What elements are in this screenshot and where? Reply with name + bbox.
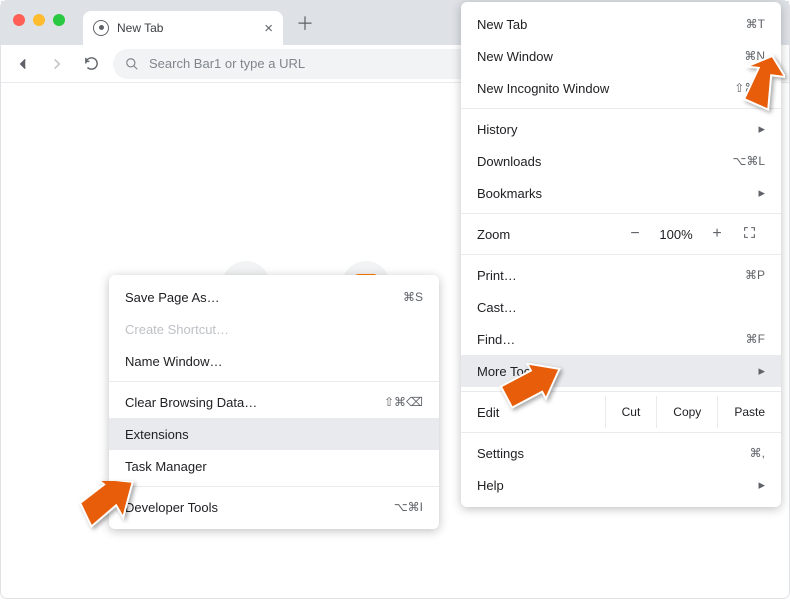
menu-cast[interactable]: Cast… (461, 291, 781, 323)
globe-icon (93, 20, 109, 36)
search-icon (125, 57, 139, 71)
submenu-task-manager[interactable]: Task Manager (109, 450, 439, 482)
zoom-out-button[interactable]: − (619, 225, 651, 243)
submenu-create-shortcut: Create Shortcut… (109, 313, 439, 345)
menu-downloads[interactable]: Downloads⌥⌘L (461, 145, 781, 177)
more-tools-submenu: Save Page As…⌘S Create Shortcut… Name Wi… (109, 275, 439, 529)
menu-find[interactable]: Find…⌘F (461, 323, 781, 355)
minimize-window-button[interactable] (33, 14, 45, 26)
forward-button[interactable] (45, 52, 69, 76)
browser-tab[interactable]: New Tab × (83, 11, 283, 45)
submenu-extensions[interactable]: Extensions (109, 418, 439, 450)
menu-help[interactable]: Help▸ (461, 469, 781, 501)
submenu-save-page[interactable]: Save Page As…⌘S (109, 281, 439, 313)
zoom-in-button[interactable]: + (701, 225, 733, 243)
close-window-button[interactable] (13, 14, 25, 26)
fullscreen-button[interactable] (733, 226, 765, 242)
menu-zoom: Zoom − 100% + (461, 218, 781, 250)
menu-print[interactable]: Print…⌘P (461, 259, 781, 291)
zoom-level: 100% (651, 227, 701, 242)
back-button[interactable] (11, 52, 35, 76)
menu-history[interactable]: History▸ (461, 113, 781, 145)
menu-paste[interactable]: Paste (717, 396, 781, 428)
reload-button[interactable] (79, 52, 103, 76)
menu-more-tools[interactable]: More Tools▸ (461, 355, 781, 387)
menu-settings[interactable]: Settings⌘, (461, 437, 781, 469)
maximize-window-button[interactable] (53, 14, 65, 26)
menu-edit: Edit Cut Copy Paste (461, 396, 781, 428)
submenu-clear-browsing-data[interactable]: Clear Browsing Data…⇧⌘⌫ (109, 386, 439, 418)
new-tab-button[interactable]: ＋ (291, 9, 319, 37)
menu-new-tab[interactable]: New Tab⌘T (461, 8, 781, 40)
submenu-name-window[interactable]: Name Window… (109, 345, 439, 377)
submenu-developer-tools[interactable]: Developer Tools⌥⌘I (109, 491, 439, 523)
menu-new-window[interactable]: New Window⌘N (461, 40, 781, 72)
menu-incognito[interactable]: New Incognito Window⇧⌘N (461, 72, 781, 104)
address-bar-placeholder: Search Bar1 or type a URL (149, 56, 305, 71)
menu-bookmarks[interactable]: Bookmarks▸ (461, 177, 781, 209)
menu-cut[interactable]: Cut (605, 396, 657, 428)
window-controls (13, 14, 65, 26)
menu-copy[interactable]: Copy (656, 396, 717, 428)
close-tab-icon[interactable]: × (264, 20, 273, 37)
main-menu: New Tab⌘T New Window⌘N New Incognito Win… (461, 2, 781, 507)
tab-title: New Tab (117, 21, 163, 35)
